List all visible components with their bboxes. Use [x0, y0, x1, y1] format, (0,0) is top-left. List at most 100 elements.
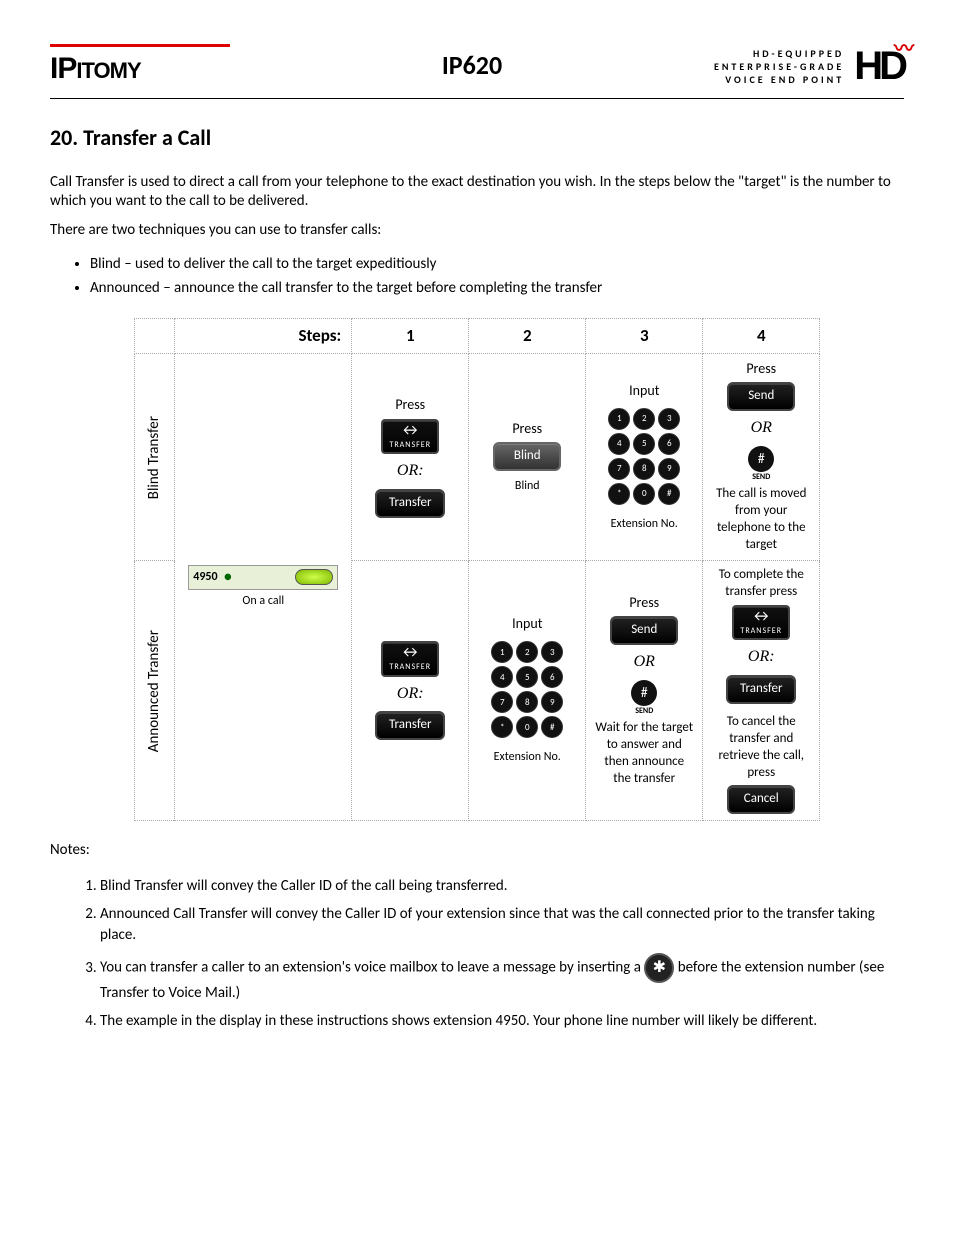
r2c3-text: Wait for the target to answer and then a…: [594, 720, 694, 788]
technique-list: Blind – used to deliver the call to the …: [90, 255, 904, 298]
tagline-1: HD-EQUIPPED: [714, 47, 844, 60]
r2c3: Press Send OR # SEND Wait for the target…: [586, 561, 703, 821]
key-6: 6: [541, 666, 563, 688]
vert-announced: Announced Transfer: [143, 622, 167, 760]
key-5: 5: [516, 666, 538, 688]
col-1: 1: [352, 319, 469, 354]
input-label: Input: [512, 615, 542, 633]
r2c1: ↔ TRANSFER OR: Transfer: [352, 561, 469, 821]
blind-caption: Blind: [515, 479, 540, 495]
send-button: Send: [610, 616, 678, 645]
steps-table: Steps: 1 2 3 4 Blind Transfer 4950 ● On …: [134, 318, 821, 821]
key-1: 1: [491, 641, 513, 663]
steps-label: Steps:: [175, 319, 352, 354]
blind-button: Blind: [493, 442, 561, 471]
star-key-icon: ✱: [644, 953, 674, 983]
transfer-hard-label: TRANSFER: [740, 626, 782, 636]
row-label-announced: Announced Transfer: [134, 561, 175, 821]
ext-caption: Extension No.: [494, 750, 561, 766]
note-1: Blind Transfer will convey the Caller ID…: [100, 876, 904, 898]
send-button: Send: [727, 382, 795, 411]
r1c4-text: The call is moved from your telephone to…: [711, 486, 811, 554]
key-5: 5: [633, 433, 655, 455]
r1c4: Press Send OR # SEND The call is moved f…: [703, 354, 820, 561]
call-dot-icon: ●: [224, 568, 232, 586]
transfer-icon: ↔: [400, 645, 421, 661]
row-header-blank: [134, 319, 175, 354]
cancel-button: Cancel: [727, 785, 795, 814]
r1c1: Press ↔ TRANSFER OR: Transfer: [352, 354, 469, 561]
r2c4: To complete the transfer press ↔ TRANSFE…: [703, 561, 820, 821]
keypad: 1 2 3 4 5 6 7 8 9 * 0 #: [491, 641, 563, 738]
vert-blind: Blind Transfer: [143, 408, 167, 507]
keypad: 1 2 3 4 5 6 7 8 9 * 0 #: [608, 408, 680, 505]
key-6: 6: [658, 433, 680, 455]
or-label: OR: [751, 418, 772, 439]
call-ext: 4950: [193, 570, 217, 586]
on-call-caption: On a call: [183, 594, 343, 610]
intro-paragraph-2: There are two techniques you can use to …: [50, 221, 904, 241]
on-call-cell: 4950 ● On a call: [175, 354, 352, 821]
transfer-icon: ↔: [751, 609, 772, 625]
hash-sub: SEND: [752, 472, 770, 482]
press-label: Press: [395, 396, 425, 414]
col-3: 3: [586, 319, 703, 354]
key-7: 7: [608, 458, 630, 480]
hd-logo: HD〰: [854, 40, 904, 92]
key-3: 3: [541, 641, 563, 663]
key-3: 3: [658, 408, 680, 430]
key-2: 2: [633, 408, 655, 430]
key-8: 8: [633, 458, 655, 480]
key-star: *: [608, 483, 630, 505]
transfer-hard-label: TRANSFER: [389, 440, 431, 450]
or-label: OR:: [397, 461, 424, 482]
call-display: 4950 ●: [188, 565, 338, 589]
r2c4-text1: To complete the transfer press: [711, 567, 811, 601]
key-7: 7: [491, 691, 513, 713]
or-label: OR:: [748, 647, 775, 668]
col-2: 2: [469, 319, 586, 354]
ext-caption: Extension No.: [611, 517, 678, 533]
model-number: IP620: [442, 49, 502, 83]
header-right: HD-EQUIPPED ENTERPRISE-GRADE VOICE END P…: [714, 40, 904, 92]
tagline-3: VOICE END POINT: [714, 73, 844, 86]
hash-send-key: # SEND: [631, 680, 657, 716]
note-4: The example in the display in these inst…: [100, 1011, 904, 1033]
transfer-hard-label: TRANSFER: [389, 662, 431, 672]
transfer-icon: ↔: [400, 423, 421, 439]
page-title: 20. Transfer a Call: [50, 124, 904, 153]
row-label-blind: Blind Transfer: [134, 354, 175, 561]
input-label: Input: [629, 382, 659, 400]
key-hash: #: [541, 716, 563, 738]
key-1: 1: [608, 408, 630, 430]
key-9: 9: [658, 458, 680, 480]
note-3: You can transfer a caller to an extensio…: [100, 953, 904, 1005]
transfer-hard-button: ↔ TRANSFER: [381, 641, 439, 676]
wifi-icon: 〰: [894, 36, 914, 62]
call-status-pill: [295, 569, 333, 585]
logo-main-text: IP: [50, 52, 76, 85]
col-4: 4: [703, 319, 820, 354]
key-2: 2: [516, 641, 538, 663]
r1c3: Input 1 2 3 4 5 6 7 8 9 * 0 # Extension …: [586, 354, 703, 561]
key-9: 9: [541, 691, 563, 713]
hash-icon: #: [631, 680, 657, 706]
r2c4-text2: To cancel the transfer and retrieve the …: [711, 714, 811, 782]
notes-section: Notes: Blind Transfer will convey the Ca…: [50, 841, 904, 1032]
transfer-hard-button: ↔ TRANSFER: [381, 419, 439, 454]
notes-label: Notes:: [50, 841, 904, 861]
key-8: 8: [516, 691, 538, 713]
key-4: 4: [491, 666, 513, 688]
hash-send-key: # SEND: [748, 446, 774, 482]
transfer-soft-button: Transfer: [375, 711, 445, 740]
note-3a: You can transfer a caller to an extensio…: [100, 959, 644, 977]
or-label: OR: [634, 652, 655, 673]
key-star: *: [491, 716, 513, 738]
logo-sub-text: ITOMY: [76, 58, 140, 83]
transfer-soft-button: Transfer: [375, 489, 445, 518]
tagline-2: ENTERPRISE-GRADE: [714, 60, 844, 73]
press-label: Press: [512, 420, 542, 438]
r2c2: Input 1 2 3 4 5 6 7 8 9 * 0 # Extension …: [469, 561, 586, 821]
hash-sub: SEND: [635, 706, 653, 716]
page-header: IPITOMY IP620 HD-EQUIPPED ENTERPRISE-GRA…: [50, 40, 904, 99]
